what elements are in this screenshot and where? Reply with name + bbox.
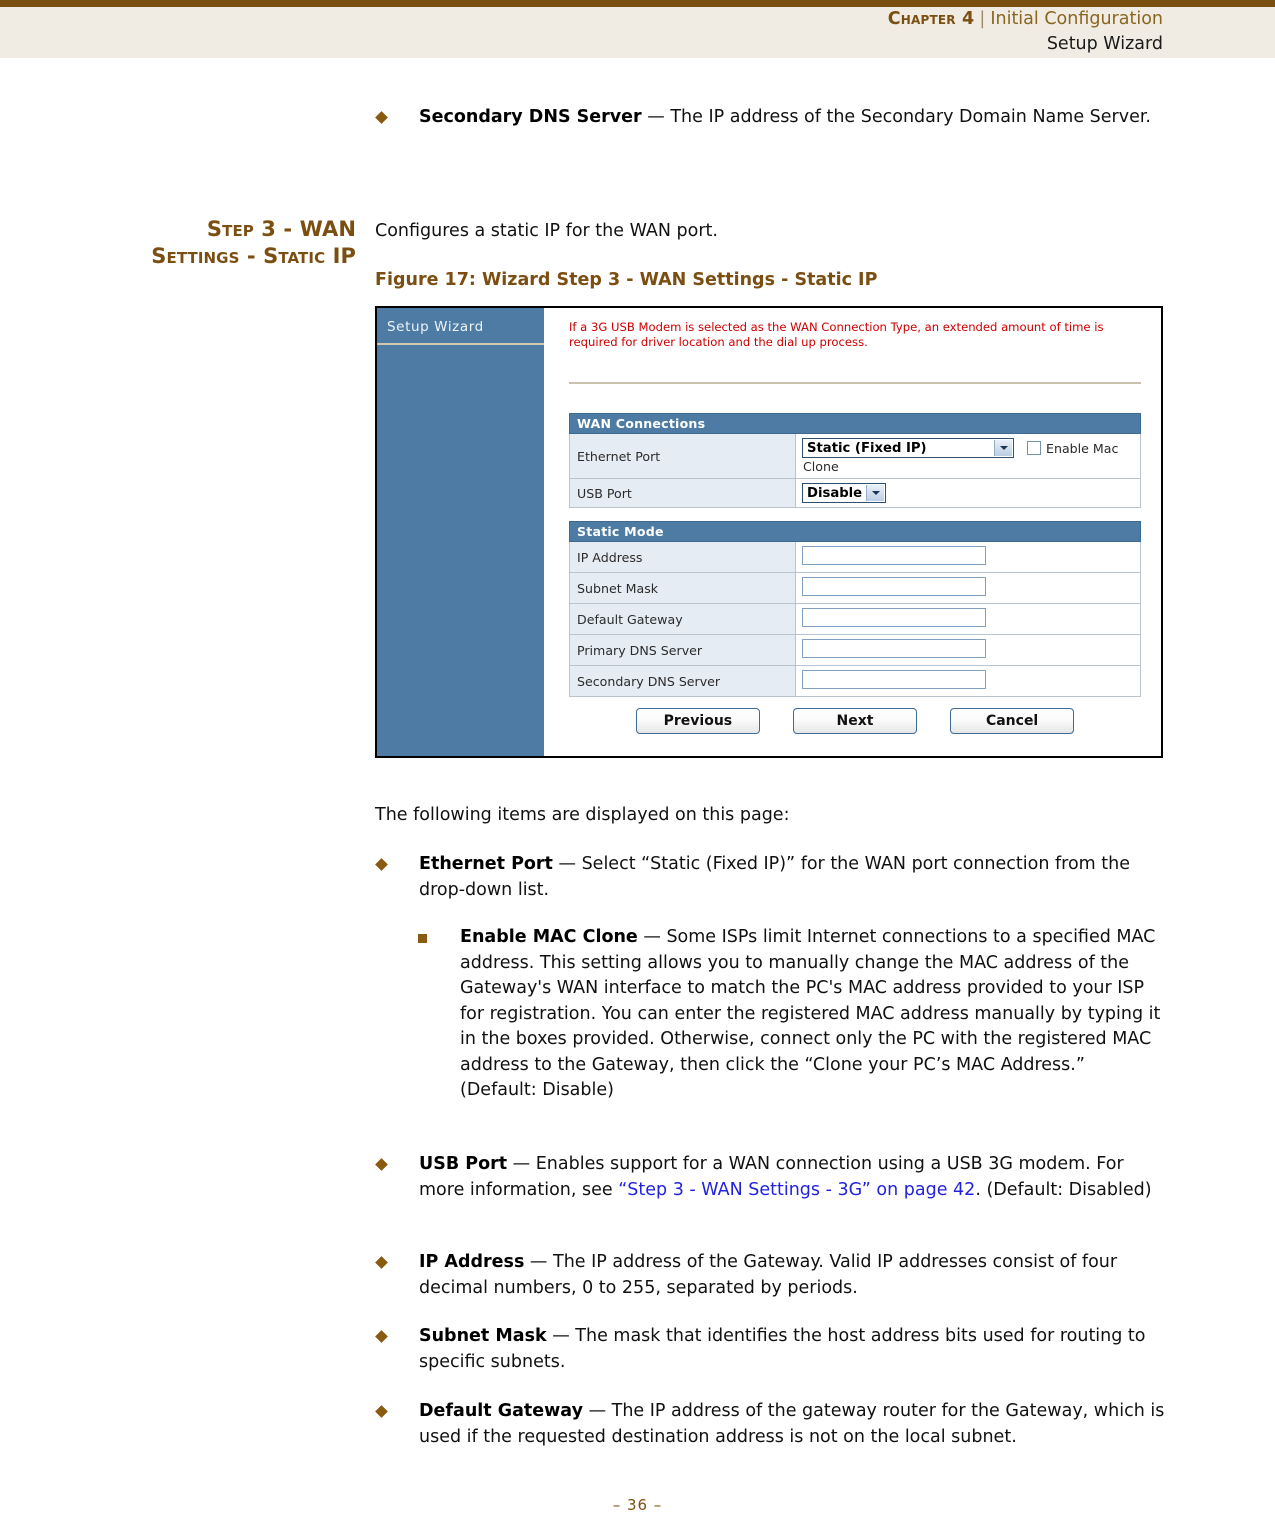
primary-dns-server-input[interactable] [802, 639, 986, 658]
diamond-bullet-icon [375, 1256, 388, 1269]
secondary-dns-server-label: Secondary DNS Server [569, 665, 796, 697]
body-intro-text: The following items are displayed on thi… [375, 805, 790, 825]
wizard-sidebar-title: Setup Wizard [387, 319, 484, 335]
primary-dns-server-label: Primary DNS Server [569, 634, 796, 666]
figure-wizard-step3-static-ip: Setup Wizard If a 3G USB Modem is select… [375, 306, 1163, 758]
bullet-secondary-dns-server: Secondary DNS Server — The IP address of… [375, 105, 1165, 131]
subnet-mask-label: Subnet Mask [569, 572, 796, 604]
bullet-dash: — [583, 1401, 612, 1421]
ethernet-port-value-cell: Static (Fixed IP) Enable Mac Clone [795, 433, 1141, 479]
enable-mac-clone-label: Enable Mac [1046, 440, 1119, 456]
table-row-default-gateway: Default Gateway [569, 603, 1141, 635]
bullet-text-after: . (Default: Disabled) [975, 1179, 1152, 1200]
bullet-dash: — [552, 854, 582, 874]
subnet-mask-input[interactable] [802, 577, 986, 596]
enable-mac-clone-label-wrap: Clone [803, 459, 839, 474]
wizard-sidebar-divider [377, 343, 544, 345]
page-footer: – 36 – [612, 1496, 663, 1514]
subbullet-dash: — [637, 927, 667, 947]
cross-reference-link[interactable]: “Step 3 - WAN Settings - 3G” on page 42 [618, 1180, 975, 1200]
static-mode-table: Static Mode IP Address Subnet Mask Defau… [569, 521, 1141, 697]
margin-heading-line2: Settings - Static IP [151, 244, 356, 268]
header-subtopic: Setup Wizard [1046, 34, 1163, 54]
table-row-usb-port: USB Port Disable [569, 478, 1141, 508]
subnet-mask-value-cell [795, 572, 1141, 604]
wizard-content-pane: If a 3G USB Modem is selected as the WAN… [544, 308, 1161, 756]
bullet-term: Ethernet Port [419, 854, 553, 874]
primary-dns-server-value-cell [795, 634, 1141, 666]
ip-address-value-cell [795, 541, 1141, 573]
cancel-button[interactable]: Cancel [950, 708, 1075, 734]
default-gateway-label: Default Gateway [569, 603, 796, 635]
bullet-term: Secondary DNS Server [419, 107, 642, 127]
bullet-subnet-mask: Subnet Mask — The mask that identifies t… [375, 1324, 1165, 1375]
subbullet-term: Enable MAC Clone [460, 927, 638, 947]
static-mode-header: Static Mode [569, 521, 1141, 542]
diamond-bullet-icon [375, 1330, 388, 1343]
table-row-ethernet-port: Ethernet Port Static (Fixed IP) Enable M… [569, 433, 1141, 479]
bullet-ethernet-port: Ethernet Port — Select “Static (Fixed IP… [375, 852, 1165, 903]
diamond-bullet-icon [375, 1158, 388, 1171]
secondary-dns-server-value-cell [795, 665, 1141, 697]
running-header: Chapter 4 | Initial Configuration Setup Wi… [888, 7, 1163, 57]
ip-address-label: IP Address [569, 541, 796, 573]
bullet-term: Default Gateway [419, 1401, 583, 1421]
default-gateway-value-cell [795, 603, 1141, 635]
bullet-default-gateway: Default Gateway — The IP address of the … [375, 1399, 1165, 1450]
enable-mac-clone-checkbox[interactable] [1027, 440, 1042, 455]
content-divider [569, 382, 1141, 384]
ip-address-input[interactable] [802, 546, 986, 565]
chevron-down-icon[interactable] [994, 440, 1012, 456]
bullet-dash: — [641, 107, 671, 127]
usb-port-value-cell: Disable [795, 478, 1141, 508]
usb-port-label: USB Port [569, 478, 796, 508]
enable-mac-clone-checkbox-wrap[interactable]: Enable Mac [1027, 440, 1119, 456]
margin-heading-line1: Step 3 - WAN [206, 217, 356, 241]
figure-caption: Figure 17: Wizard Step 3 - WAN Settings … [375, 270, 878, 290]
chevron-down-icon[interactable] [866, 485, 884, 501]
bullet-term: IP Address [419, 1252, 525, 1272]
table-row-ip-address: IP Address [569, 541, 1141, 573]
header-top-rule [0, 0, 1275, 7]
subbullet-enable-mac-clone: Enable MAC Clone — Some ISPs limit Inter… [416, 925, 1165, 1104]
ethernet-port-label: Ethernet Port [569, 433, 796, 479]
diamond-bullet-icon [375, 858, 388, 871]
warning-message: If a 3G USB Modem is selected as the WAN… [569, 320, 1104, 349]
next-button[interactable]: Next [793, 708, 917, 734]
bullet-dash: — [524, 1252, 553, 1272]
diamond-bullet-icon [375, 111, 388, 124]
bullet-usb-port: USB Port — Enables support for a WAN con… [375, 1152, 1165, 1203]
wizard-sidebar: Setup Wizard [377, 308, 544, 756]
bullet-dash: — [507, 1154, 536, 1174]
header-chapter: Chapter 4 [887, 9, 975, 29]
usb-port-select[interactable]: Disable [802, 483, 886, 503]
table-section-header-row: Static Mode [569, 521, 1141, 542]
section-intro-text: Configures a static IP for the WAN port. [375, 221, 718, 241]
default-gateway-input[interactable] [802, 608, 986, 627]
header-separator: | [979, 9, 986, 29]
square-bullet-icon [418, 934, 427, 943]
bullet-term: Subnet Mask [419, 1326, 547, 1346]
secondary-dns-server-input[interactable] [802, 670, 986, 689]
previous-button[interactable]: Previous [635, 708, 760, 734]
subbullet-text: Some ISPs limit Internet connections to … [460, 927, 1161, 1100]
bullet-term: USB Port [419, 1154, 508, 1174]
table-section-header-row: WAN Connections [569, 413, 1141, 434]
bullet-text: The IP address of the Secondary Domain N… [670, 107, 1151, 127]
margin-section-heading: Step 3 - WAN Settings - Static IP [110, 216, 356, 270]
ethernet-port-select[interactable]: Static (Fixed IP) [802, 438, 1014, 458]
ethernet-port-selected-value: Static (Fixed IP) [807, 441, 927, 456]
header-topic: Initial Configuration [990, 9, 1163, 29]
table-row-primary-dns: Primary DNS Server [569, 634, 1141, 666]
bullet-ip-address: IP Address — The IP address of the Gatew… [375, 1250, 1165, 1301]
table-row-secondary-dns: Secondary DNS Server [569, 665, 1141, 697]
bullet-dash: — [546, 1326, 576, 1346]
wan-connections-header: WAN Connections [569, 413, 1141, 434]
wizard-button-row: Previous Next Cancel [569, 708, 1141, 734]
wan-connections-table: WAN Connections Ethernet Port Static (Fi… [569, 413, 1141, 508]
table-row-subnet-mask: Subnet Mask [569, 572, 1141, 604]
diamond-bullet-icon [375, 1405, 388, 1418]
